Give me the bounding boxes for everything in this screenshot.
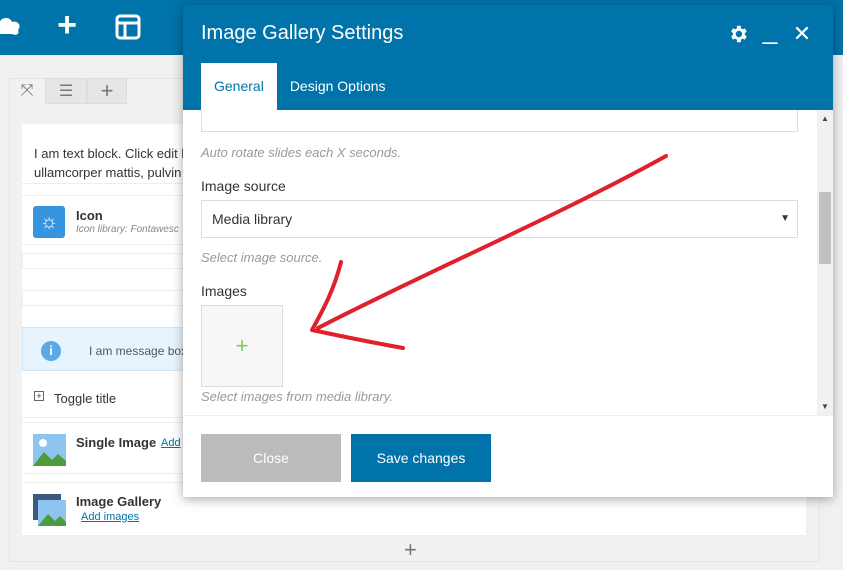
- close-icon[interactable]: ✕: [791, 23, 813, 45]
- page-scrollbar[interactable]: [835, 55, 843, 570]
- image-source-select[interactable]: Media library ▼: [201, 200, 798, 238]
- gear-icon[interactable]: [727, 23, 749, 45]
- image-gallery-add-link[interactable]: Add images: [81, 511, 139, 523]
- icon-element-title: Icon: [76, 208, 103, 223]
- single-image-add-link[interactable]: Add: [161, 437, 181, 449]
- minimize-icon[interactable]: _: [759, 17, 781, 45]
- sun-icon: ☼: [33, 206, 65, 238]
- modal-header: Image Gallery Settings _ ✕ General Desig…: [183, 5, 833, 110]
- expand-icon[interactable]: ⤧: [9, 78, 45, 104]
- scrollbar-thumb[interactable]: [819, 192, 831, 264]
- tab-general[interactable]: General: [201, 63, 277, 110]
- gallery-thumbnail-icon: [33, 494, 66, 526]
- modal-title: Image Gallery Settings: [201, 22, 404, 44]
- image-gallery-title: Image Gallery: [76, 494, 162, 509]
- images-label: Images: [201, 283, 247, 299]
- scroll-up-icon[interactable]: ▲: [821, 114, 829, 123]
- image-source-label: Image source: [201, 178, 286, 194]
- add-row-icon[interactable]: +: [404, 537, 417, 563]
- image-source-help: Select image source.: [201, 250, 323, 265]
- close-button[interactable]: Close: [201, 434, 341, 482]
- single-image-title: Single Image: [76, 435, 157, 450]
- scroll-down-icon[interactable]: ▼: [821, 402, 829, 411]
- autorotate-help: Auto rotate slides each X seconds.: [201, 145, 402, 160]
- drag-handle-icon[interactable]: ☰: [45, 78, 87, 104]
- icon-element-subtitle: Icon library: Fontawesc: [76, 224, 179, 235]
- save-changes-button[interactable]: Save changes: [351, 434, 491, 482]
- image-source-value: Media library: [212, 211, 293, 227]
- row-controls: ⤧ ☰ +: [9, 78, 127, 106]
- settings-modal: Image Gallery Settings _ ✕ General Desig…: [183, 5, 833, 497]
- cloud-logo-icon[interactable]: [0, 12, 24, 40]
- add-element-icon[interactable]: +: [52, 8, 82, 42]
- modal-tabs: General Design Options: [201, 63, 399, 110]
- add-column-button[interactable]: +: [87, 78, 127, 104]
- image-thumbnail-icon: [33, 434, 66, 466]
- caret-down-icon: ▼: [780, 213, 790, 224]
- info-icon: i: [41, 341, 61, 361]
- tab-design-options[interactable]: Design Options: [277, 63, 399, 110]
- layout-icon[interactable]: [113, 12, 143, 42]
- add-images-button[interactable]: +: [201, 305, 283, 387]
- toggle-plus-icon: +: [34, 391, 44, 401]
- autorotate-input[interactable]: [201, 110, 798, 132]
- modal-footer: Close Save changes: [183, 415, 833, 497]
- modal-body: Auto rotate slides each X seconds. Image…: [183, 110, 833, 415]
- images-help: Select images from media library.: [201, 389, 393, 404]
- message-box-text: I am message box: [89, 344, 188, 358]
- modal-scrollbar[interactable]: ▲ ▼: [817, 110, 833, 415]
- plus-icon: +: [235, 333, 249, 358]
- toggle-title: Toggle title: [54, 391, 117, 406]
